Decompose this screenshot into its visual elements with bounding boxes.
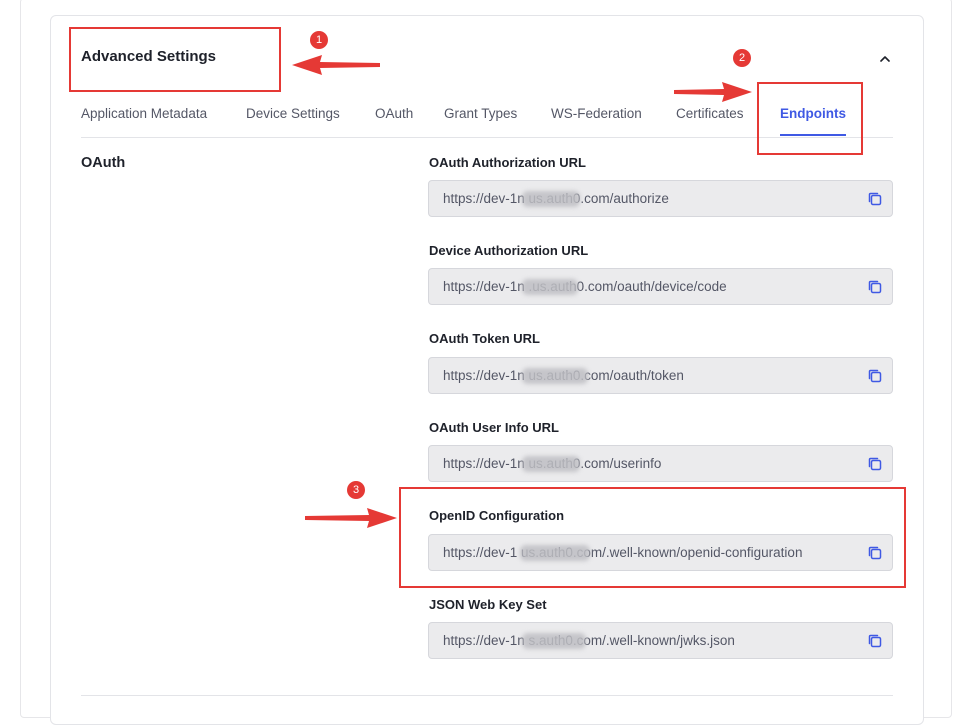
field-label-oauth-authorization-url: OAuth Authorization URL [429, 155, 586, 170]
tab-application-metadata[interactable]: Application Metadata [81, 104, 207, 136]
field-label-device-authorization-url: Device Authorization URL [429, 243, 589, 258]
redaction-blur [522, 368, 588, 384]
annotation-arrow-right-icon [305, 508, 397, 528]
redaction-blur [522, 191, 580, 207]
oauth-user-info-url-field[interactable]: https://dev-1n us.auth0.com/userinfo [428, 445, 893, 482]
tab-grant-types[interactable]: Grant Types [444, 104, 517, 136]
highlight-box-endpoints [757, 82, 863, 155]
json-web-key-set-field[interactable]: https://dev-1n s.auth0.com/.well-known/j… [428, 622, 893, 659]
highlight-box-openid [399, 487, 906, 588]
oauth-token-url-field[interactable]: https://dev-1n us.auth0.com/oauth/token [428, 357, 893, 394]
section-label-oauth: OAuth [81, 155, 126, 171]
redaction-blur [522, 279, 578, 295]
annotation-arrow-left-icon [292, 55, 380, 75]
copy-icon[interactable] [866, 278, 884, 296]
chevron-up-icon[interactable] [876, 50, 894, 68]
redaction-blur [522, 633, 586, 649]
field-label-json-web-key-set: JSON Web Key Set [429, 597, 547, 612]
tab-ws-federation[interactable]: WS-Federation [551, 104, 642, 136]
copy-icon[interactable] [866, 632, 884, 650]
divider [81, 695, 893, 696]
copy-icon[interactable] [866, 190, 884, 208]
highlight-box-title [69, 27, 281, 92]
tab-device-settings[interactable]: Device Settings [246, 104, 340, 136]
device-authorization-url-field[interactable]: https://dev-1n .us.auth0.com/oauth/devic… [428, 268, 893, 305]
tab-certificates[interactable]: Certificates [676, 104, 744, 136]
annotation-arrow-right-icon [674, 82, 752, 102]
field-label-oauth-user-info-url: OAuth User Info URL [429, 420, 559, 435]
annotation-marker-3: 3 [347, 481, 365, 499]
tab-oauth[interactable]: OAuth [375, 104, 413, 136]
field-label-oauth-token-url: OAuth Token URL [429, 331, 540, 346]
oauth-authorization-url-field[interactable]: https://dev-1n us.auth0.com/authorize [428, 180, 893, 217]
annotation-marker-2: 2 [733, 49, 751, 67]
copy-icon[interactable] [866, 367, 884, 385]
annotation-marker-1: 1 [310, 31, 328, 49]
copy-icon[interactable] [866, 455, 884, 473]
redaction-blur [522, 456, 580, 472]
